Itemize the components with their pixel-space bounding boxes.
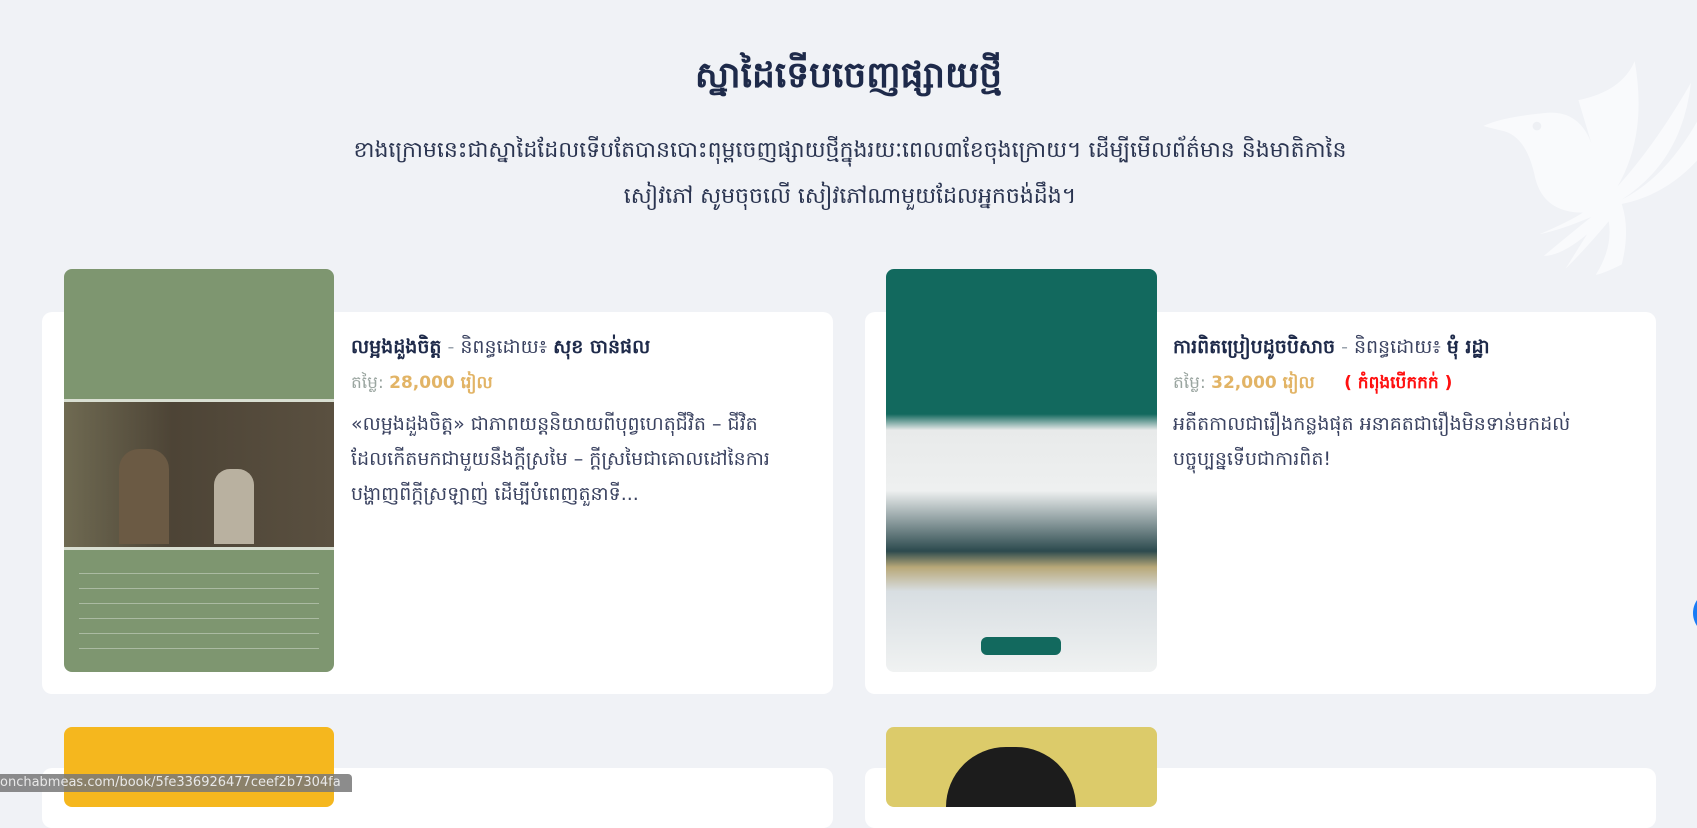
price-label: តម្លៃ: — [351, 373, 384, 393]
book-info: ការពិតប្រៀបដូចបិសាច - និពន្ធដោយ៖ មុំ រដ្ឋា… — [1173, 331, 1613, 477]
cover-photo — [64, 399, 334, 550]
author-label: និពន្ធដោយ៖ — [460, 336, 548, 358]
author-name[interactable]: មុំ រដ្ឋា — [1447, 336, 1490, 358]
book-description: អតីតកាលជារឿងកន្លងផុត អនាគតជារឿងមិនទាន់មក… — [1173, 413, 1571, 470]
link-status-bar: onchabmeas.com/book/5fe336926477ceef2b73… — [0, 774, 352, 792]
subtitle-line: ខាងក្រោមនេះជាស្នាដៃដែលទើបតែបានបោះពុម្ពចេ… — [353, 138, 1347, 163]
price-value: 28,000 រៀល — [389, 373, 493, 393]
book-info: លម្អងដួងចិត្ត - និពន្ធដោយ៖ សុខ ចាន់ផល តម្ល… — [351, 331, 791, 512]
cover-info-lines — [79, 559, 319, 659]
separator: - — [447, 336, 455, 358]
book-title-link[interactable]: លម្អងដួងចិត្ត — [351, 336, 441, 358]
page-title: ស្នាដៃទើបចេញផ្សាយថ្មី — [694, 55, 1003, 96]
book-cover-image[interactable] — [886, 269, 1157, 672]
cover-shape — [946, 747, 1076, 807]
preorder-status: ( កំពុងបើកកក់ ) — [1344, 373, 1453, 393]
subtitle-line: សៀវភៅ សូមចុចលើ សៀវភៅណាមួយដែលអ្នកចង់ដឹង។ — [623, 184, 1077, 209]
book-cover-image[interactable] — [886, 727, 1157, 807]
price-label: តម្លៃ: — [1173, 373, 1206, 393]
cover-figure — [214, 469, 254, 544]
book-title-link[interactable]: ការពិតប្រៀបដូចបិសាច — [1173, 336, 1335, 358]
book-cover-image[interactable] — [64, 269, 334, 672]
cover-figure — [119, 449, 169, 544]
author-label: និពន្ធដោយ៖ — [1353, 336, 1441, 358]
book-description: «លម្អងដួងចិត្ត» ជាភាពយន្តនិយាយពីបុព្វហេត… — [351, 413, 770, 505]
author-name[interactable]: សុខ ចាន់ផល — [553, 336, 650, 358]
page-subtitle: ខាងក្រោមនេះជាស្នាដៃដែលទើបតែបានបោះពុម្ពចេ… — [300, 128, 1400, 220]
floating-action-button[interactable] — [1693, 590, 1697, 636]
price-value: 32,000 រៀល — [1211, 373, 1315, 393]
book-cover-image[interactable] — [64, 727, 334, 807]
separator: - — [1341, 336, 1348, 358]
cover-author-brush — [981, 637, 1061, 655]
